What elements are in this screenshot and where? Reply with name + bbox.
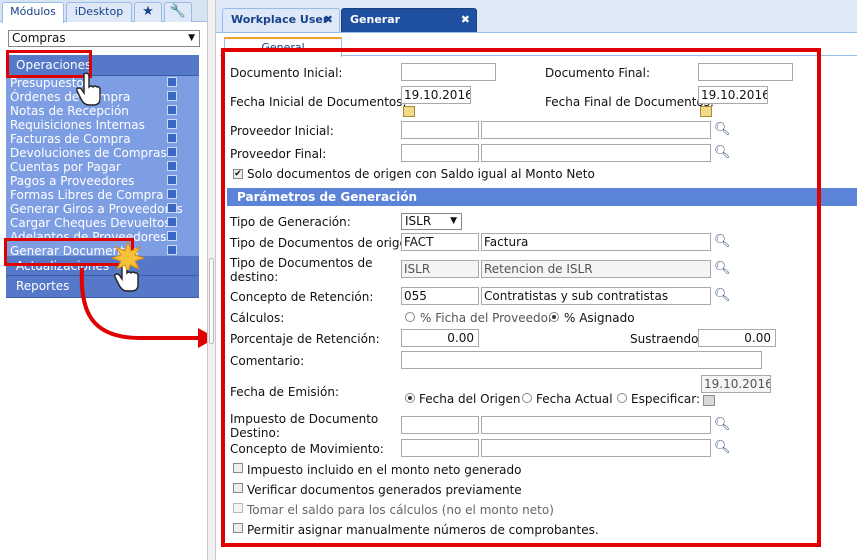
tab-idesktop[interactable]: iDesktop — [66, 2, 132, 22]
menu-item-icon — [167, 161, 177, 171]
close-icon[interactable]: ✖ — [461, 9, 470, 31]
tab-generar-documentos[interactable]: Generar Documentos ✖ — [341, 8, 477, 48]
splitter-grip[interactable] — [209, 258, 214, 344]
tab-modulos[interactable]: Módulos — [2, 2, 64, 23]
menu-item-label: Formas Libres de Compra — [10, 188, 164, 202]
menu-item-label: Órdenes de Compra — [10, 90, 131, 104]
highlight-form — [221, 48, 821, 547]
menu-item-label: Notas de Recepción — [10, 104, 129, 118]
menu-item-label: Cuentas por Pagar — [10, 160, 121, 174]
menu-item-label: Facturas de Compra — [10, 132, 131, 146]
menu-item-label: Cargar Cheques Devueltos — [10, 216, 171, 230]
menu-item-icon — [167, 231, 177, 241]
panel-splitter[interactable] — [207, 0, 216, 560]
menu-item-ordenes[interactable]: Órdenes de Compra — [10, 90, 195, 104]
menu-item-label: Pagos a Proveedores — [10, 174, 135, 188]
window-tab-strip: Workplace User ✖ Generar Documentos ✖ — [216, 0, 857, 48]
wrench-icon: 🔧 — [169, 4, 187, 19]
left-tab-strip: Módulos iDesktop ★ 🔧 — [0, 0, 207, 23]
menu-item-notas[interactable]: Notas de Recepción — [10, 104, 195, 118]
menu-item-icon — [167, 189, 177, 199]
chevron-down-icon: ▼ — [188, 33, 195, 43]
menu-item-facturas[interactable]: Facturas de Compra — [10, 132, 195, 146]
menu-item-label: Requisiciones Internas — [10, 118, 145, 132]
menu-item-giros[interactable]: Generar Giros a Proveedores — [10, 202, 195, 216]
menu-item-icon — [167, 245, 177, 255]
menu-item-icon — [167, 119, 177, 129]
operaciones-menu: Presupuestos Órdenes de Compra Notas de … — [6, 76, 199, 256]
menu-item-icon — [167, 133, 177, 143]
menu-item-label: Devoluciones de Compras — [10, 146, 167, 160]
menu-item-cuentas[interactable]: Cuentas por Pagar — [10, 160, 195, 174]
menu-item-cheques[interactable]: Cargar Cheques Devueltos — [10, 216, 195, 230]
menu-item-formas[interactable]: Formas Libres de Compra — [10, 188, 195, 202]
menu-item-label: Generar Giros a Proveedores — [10, 202, 183, 216]
menu-item-devoluciones[interactable]: Devoluciones de Compras — [10, 146, 195, 160]
section-reportes[interactable]: Reportes — [6, 276, 199, 298]
close-icon[interactable]: ✖ — [324, 9, 333, 31]
click-burst-icon — [110, 240, 146, 270]
menu-item-icon — [167, 91, 177, 101]
menu-item-icon — [167, 77, 177, 87]
favorites-tab[interactable]: ★ — [134, 2, 162, 22]
menu-item-requisiciones[interactable]: Requisiciones Internas — [10, 118, 195, 132]
menu-item-pagos[interactable]: Pagos a Proveedores — [10, 174, 195, 188]
menu-item-icon — [167, 203, 177, 213]
menu-item-icon — [167, 105, 177, 115]
tab-label: Workplace User — [231, 13, 329, 26]
menu-item-icon — [167, 175, 177, 185]
menu-item-icon — [167, 217, 177, 227]
module-select-value: Compras — [12, 31, 66, 45]
menu-item-icon — [167, 147, 177, 157]
menu-item-presupuestos[interactable]: Presupuestos — [10, 76, 195, 90]
star-icon: ★ — [142, 4, 154, 19]
hand-pointer-icon — [76, 72, 101, 106]
module-select[interactable]: Compras ▼ — [8, 30, 200, 47]
tools-tab[interactable]: 🔧 — [164, 2, 192, 22]
tab-workplace-user[interactable]: Workplace User ✖ — [222, 8, 340, 32]
modules-panel: Módulos iDesktop ★ 🔧 Compras ▼ Operacion… — [0, 0, 207, 560]
